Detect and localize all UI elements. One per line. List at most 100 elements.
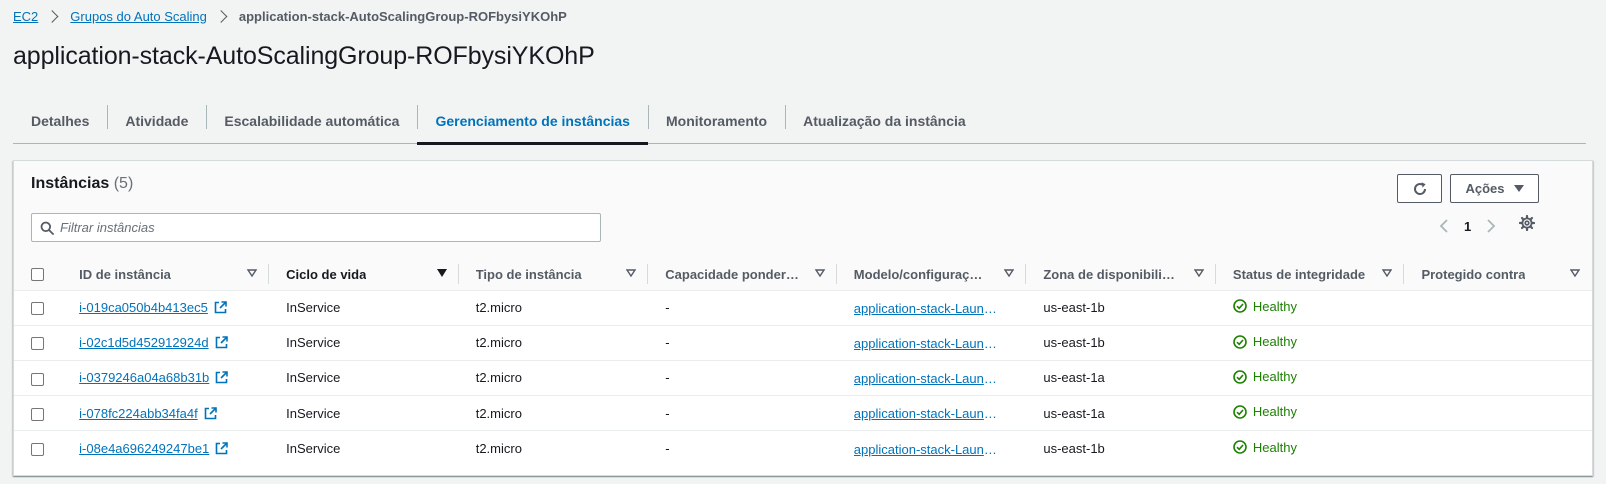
table-row: i-019ca050b4b413ec5 InService t2.micro -… <box>14 290 1592 326</box>
launch-template-cell: application-stack-LaunchTemplate <box>836 290 1027 326</box>
availability-zone-cell: us-east-1b <box>1026 290 1216 326</box>
launch-template-link[interactable]: application-stack-LaunchTemplate <box>854 371 1002 386</box>
column-header-lifecycle[interactable]: Ciclo de vida <box>269 258 459 291</box>
sort-down-icon <box>1570 269 1580 277</box>
page-title: application-stack-AutoScalingGroup-ROFby… <box>13 42 595 70</box>
instance-id-cell: i-019ca050b4b413ec5 <box>62 290 270 326</box>
tab-activity[interactable]: Atividade <box>107 98 206 143</box>
instance-id-link[interactable]: i-08e4a696249247be1 <box>79 441 229 456</box>
instances-panel: Instâncias (5) Ações Filtrar instâncias … <box>13 160 1593 476</box>
column-header-instance-type[interactable]: Tipo de instância <box>458 258 649 291</box>
protected-from-cell <box>1404 431 1592 466</box>
weighted-capacity-cell: - <box>648 325 837 361</box>
instance-id-text[interactable]: i-078fc224abb34fa4f <box>79 406 198 421</box>
table-row: i-0379246a04a68b31b InService t2.micro -… <box>14 360 1592 397</box>
health-status-cell: Healthy <box>1216 431 1405 466</box>
launch-template-link[interactable]: application-stack-LaunchTemplate <box>854 301 1002 316</box>
external-link-icon <box>214 301 227 314</box>
instance-id-text[interactable]: i-019ca050b4b413ec5 <box>79 300 208 315</box>
lifecycle-cell: InService <box>269 325 459 361</box>
instance-id-cell: i-078fc224abb34fa4f <box>62 395 270 432</box>
row-checkbox[interactable] <box>31 337 44 351</box>
instance-type-cell: t2.micro <box>458 325 649 361</box>
instance-id-cell: i-0379246a04a68b31b <box>62 360 270 397</box>
health-status-text: Healthy <box>1252 404 1297 420</box>
launch-template-cell: application-stack-LaunchTemplate <box>837 431 1027 466</box>
instance-type-cell: t2.micro <box>458 290 649 326</box>
table-row: i-02c1d5d452912924d InService t2.micro -… <box>14 325 1592 361</box>
tab-details[interactable]: Detalhes <box>13 98 107 143</box>
column-header-protected-from[interactable]: Protegido contra <box>1404 258 1592 291</box>
row-select-cell <box>14 360 63 397</box>
instance-id-link[interactable]: i-019ca050b4b413ec5 <box>79 300 227 315</box>
table-row: i-08e4a696249247be1 InService t2.micro -… <box>14 431 1592 466</box>
health-status-text: Healthy <box>1252 298 1297 314</box>
external-link-icon <box>215 442 229 455</box>
gear-icon[interactable] <box>1518 214 1536 234</box>
breadcrumb-current: application-stack-AutoScalingGroup-ROFby… <box>238 8 567 24</box>
check-circle-icon <box>1233 369 1247 384</box>
health-status-cell: Healthy <box>1215 325 1405 361</box>
tab-automatic-scaling[interactable]: Escalabilidade automática <box>206 98 417 143</box>
protected-from-cell <box>1404 290 1592 326</box>
row-checkbox[interactable] <box>31 443 44 457</box>
lifecycle-cell: InService <box>286 441 341 457</box>
next-page-icon[interactable] <box>1481 218 1501 234</box>
instance-id-link[interactable]: i-0379246a04a68b31b <box>79 370 229 385</box>
tab-instance-management[interactable]: Gerenciamento de instâncias <box>417 98 648 145</box>
launch-template-link[interactable]: application-stack-LaunchTemplate <box>854 336 1002 351</box>
instance-id-cell: i-02c1d5d452912924d <box>62 325 270 361</box>
instance-id-link[interactable]: i-02c1d5d452912924d <box>79 335 228 350</box>
sort-down-icon <box>247 269 258 277</box>
panel-title-text: Instâncias <box>31 175 110 192</box>
row-checkbox[interactable] <box>31 407 44 421</box>
refresh-button[interactable] <box>1397 174 1442 203</box>
tab-bar: Detalhes Atividade Escalabilidade automá… <box>13 98 1586 145</box>
previous-page-icon[interactable] <box>1434 218 1454 234</box>
instance-id-text[interactable]: i-08e4a696249247be1 <box>79 441 209 456</box>
row-select-cell <box>14 290 63 326</box>
select-all-cell <box>14 258 63 291</box>
instance-id-text[interactable]: i-02c1d5d452912924d <box>79 335 208 350</box>
sort-active-down-icon <box>436 269 447 277</box>
page-number[interactable]: 1 <box>1464 219 1471 234</box>
instances-table: ID de instância Ciclo de vida Tipo de in… <box>14 258 1592 466</box>
health-status: Healthy <box>1233 334 1297 349</box>
tab-monitoring[interactable]: Monitoramento <box>647 98 785 143</box>
instance-id-link[interactable]: i-078fc224abb34fa4f <box>79 406 217 421</box>
launch-template-link[interactable]: application-stack-LaunchTemplate <box>854 406 1002 421</box>
row-checkbox[interactable] <box>31 372 44 386</box>
health-status: Healthy <box>1233 369 1297 384</box>
lifecycle-cell: InService <box>269 360 459 397</box>
check-circle-icon <box>1233 405 1247 419</box>
actions-button[interactable]: Ações <box>1450 174 1539 203</box>
column-header-health-status[interactable]: Status de integridade <box>1215 258 1405 291</box>
tab-instance-refresh[interactable]: Atualização da instância <box>785 98 984 143</box>
column-header-instance-id[interactable]: ID de instância <box>62 258 270 291</box>
health-status-text: Healthy <box>1252 334 1297 350</box>
instance-id-text[interactable]: i-0379246a04a68b31b <box>79 370 209 385</box>
instances-panel-header: Instâncias (5) Ações Filtrar instâncias … <box>14 161 1592 258</box>
column-header-availability-zone[interactable]: Zona de disponibilidade <box>1026 258 1216 291</box>
protected-from-cell <box>1404 325 1592 361</box>
launch-template-cell: application-stack-LaunchTemplate <box>836 325 1027 361</box>
breadcrumb-autoscaling-groups-link[interactable]: Grupos do Auto Scaling <box>70 9 207 24</box>
availability-zone-cell: us-east-1a <box>1026 360 1216 397</box>
row-select-cell <box>14 325 63 361</box>
column-header-launch-template[interactable]: Modelo/configuração de execução <box>836 258 1027 291</box>
chevron-right-icon <box>214 9 228 23</box>
check-circle-icon <box>1233 334 1247 349</box>
column-header-weighted-capacity[interactable]: Capacidade ponderada <box>648 258 837 291</box>
external-link-icon <box>215 371 229 384</box>
row-checkbox[interactable] <box>31 302 44 316</box>
availability-zone-cell: us-east-1b <box>1026 325 1216 361</box>
select-all-checkbox[interactable] <box>31 268 44 282</box>
breadcrumb-ec2-link[interactable]: EC2 <box>13 9 38 24</box>
lifecycle-cell: InService <box>269 290 459 326</box>
launch-template-link[interactable]: application-stack-LaunchTemplate <box>854 442 1002 457</box>
protected-from-cell <box>1404 395 1592 432</box>
weighted-capacity-cell: - <box>648 360 837 397</box>
filter-instances-input[interactable] <box>60 220 600 235</box>
sort-down-icon <box>814 269 825 277</box>
table-header-row: ID de instância Ciclo de vida Tipo de in… <box>14 258 1592 291</box>
